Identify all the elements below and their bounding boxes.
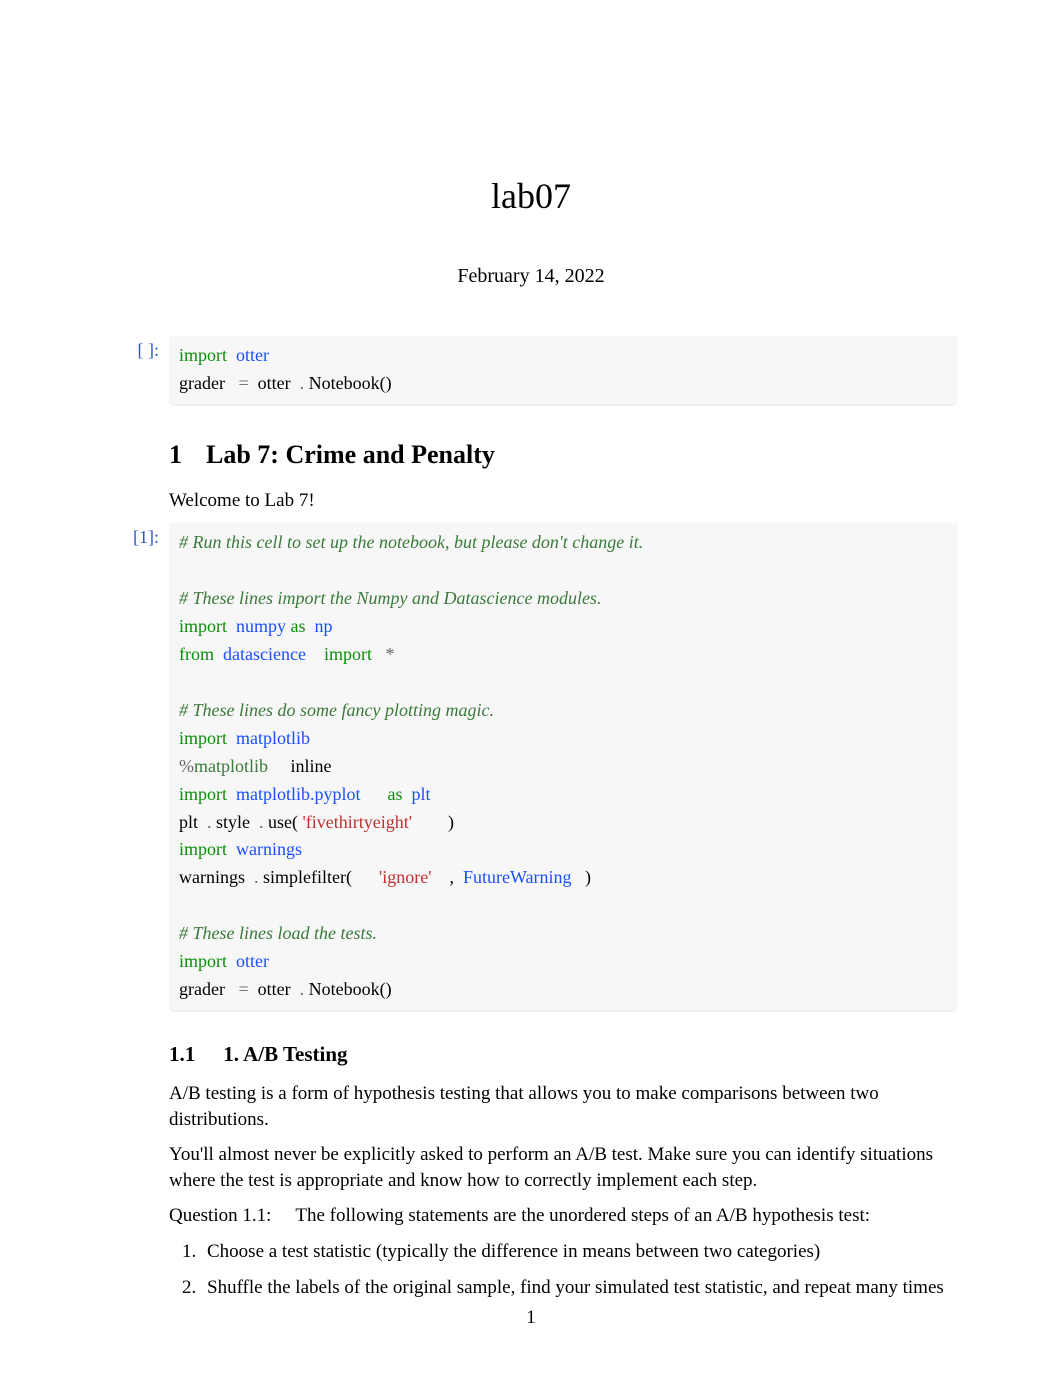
code-line: from datascience import * (179, 641, 947, 669)
list-item: Shuffle the labels of the original sampl… (201, 1275, 949, 1301)
cell-body: # Run this cell to set up the notebook, … (169, 523, 957, 1011)
section-title: Lab 7: Crime and Penalty (206, 440, 495, 469)
subsection-heading: 1.1 1. A/B Testing (169, 1042, 949, 1067)
question-line: Question 1.1: The following statements ar… (169, 1203, 949, 1229)
cell-prompt: [1]: (105, 523, 169, 548)
document-date: February 14, 2022 (105, 265, 957, 288)
code-line: # These lines load the tests. (179, 920, 947, 948)
question-label: Question 1.1: (169, 1205, 271, 1226)
document-page: lab07 February 14, 2022 [ ]: import otte… (0, 0, 1062, 1300)
code-cell: [1]: # Run this cell to set up the noteb… (105, 523, 957, 1011)
code-line: import numpy as np (179, 613, 947, 641)
code-line: # These lines do some fancy plotting mag… (179, 697, 947, 725)
welcome-text: Welcome to Lab 7! (169, 488, 949, 514)
section-heading: 1 Lab 7: Crime and Penalty (169, 440, 949, 470)
section-number: 1 (169, 440, 182, 469)
cell-body: import ottergrader = otter . Notebook() (169, 336, 957, 406)
ordered-list: Choose a test statistic (typically the d… (201, 1239, 949, 1300)
code-line: import warnings (179, 836, 947, 864)
page-number: 1 (0, 1307, 1062, 1329)
code-line: plt . style . use( 'fivethirtyeight' ) (179, 809, 947, 837)
code-line: grader = otter . Notebook() (179, 370, 947, 398)
code-line: import otter (179, 342, 947, 370)
code-line: import otter (179, 948, 947, 976)
list-item: Choose a test statistic (typically the d… (201, 1239, 949, 1265)
page-title: lab07 (105, 175, 957, 217)
body-paragraph: A/B testing is a form of hypothesis test… (169, 1081, 949, 1132)
cell-prompt: [ ]: (105, 336, 169, 361)
code-line: # These lines import the Numpy and Datas… (179, 585, 947, 613)
code-line: import matplotlib.pyplot as plt (179, 781, 947, 809)
subsection-number: 1.1 (169, 1042, 195, 1066)
code-line: warnings . simplefilter( 'ignore' , Futu… (179, 864, 947, 892)
code-cell: [ ]: import ottergrader = otter . Notebo… (105, 336, 957, 406)
code-line: %matplotlib inline (179, 753, 947, 781)
code-line: grader = otter . Notebook() (179, 976, 947, 1004)
code-line: import matplotlib (179, 725, 947, 753)
subsection-title: 1. A/B Testing (223, 1042, 347, 1066)
body-paragraph: You'll almost never be explicitly asked … (169, 1142, 949, 1193)
question-text: The following statements are the unorder… (295, 1205, 870, 1226)
code-line: # Run this cell to set up the notebook, … (179, 529, 947, 557)
